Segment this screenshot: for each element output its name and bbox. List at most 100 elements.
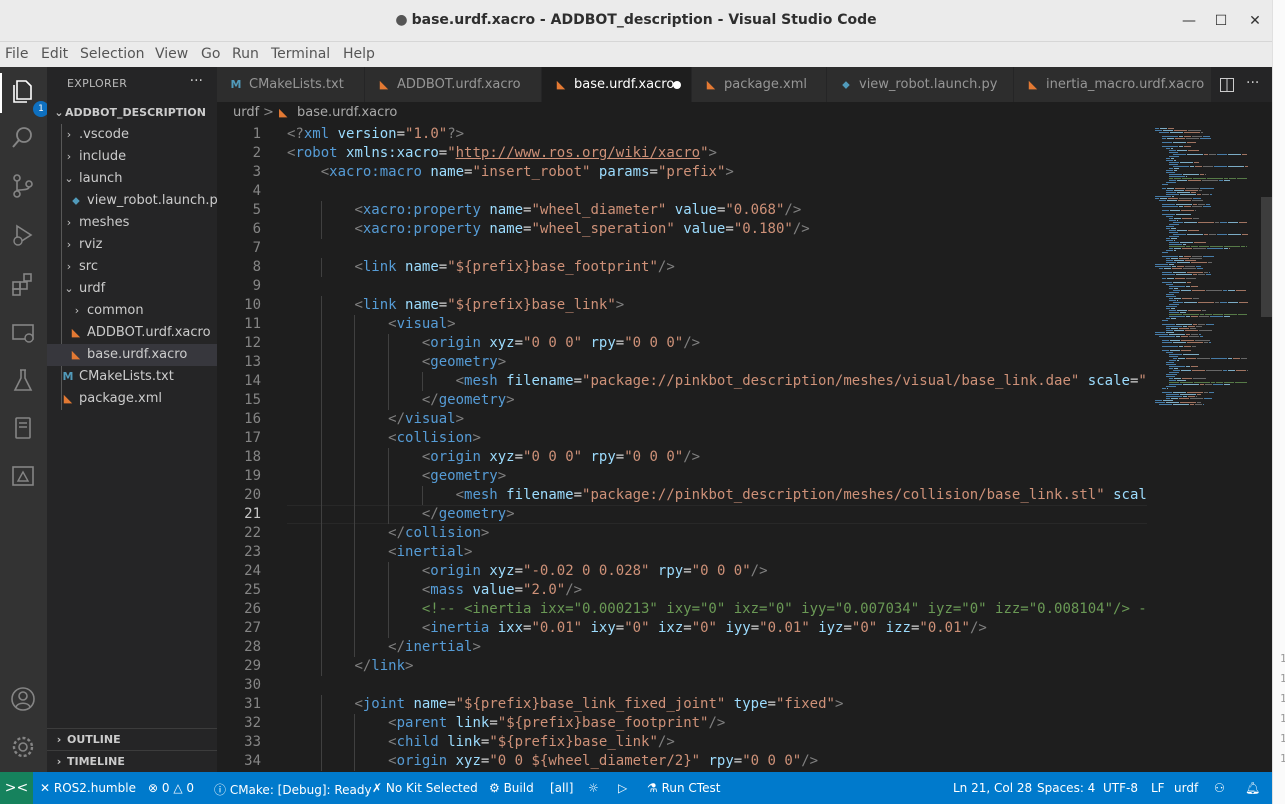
close-icon[interactable]: ✕	[1244, 10, 1266, 32]
tree-file-package-xml[interactable]: ◣ package.xml	[47, 388, 217, 410]
minimize-icon[interactable]: —	[1178, 10, 1200, 32]
tree-file-cmakelists[interactable]: M CMakeLists.txt	[47, 366, 217, 388]
code-line[interactable]: 22 </collision>	[217, 524, 1147, 543]
code-line[interactable]: 10 <link name="${prefix}base_link">	[217, 296, 1147, 315]
code-line[interactable]: 25 <mass value="2.0"/>	[217, 581, 1147, 600]
code-line[interactable]: 14 <mesh filename="package://pinkbot_des…	[217, 372, 1147, 391]
code-line[interactable]: 17 <collision>	[217, 429, 1147, 448]
menu-edit[interactable]: Edit	[41, 46, 68, 62]
maximize-icon[interactable]: ☐	[1210, 10, 1232, 32]
code-line[interactable]: 28 </inertial>	[217, 638, 1147, 657]
code-line[interactable]: 6 <xacro:property name="wheel_speration"…	[217, 220, 1147, 239]
tree-folder-rviz[interactable]: › rviz	[47, 234, 217, 256]
search-icon[interactable]	[9, 124, 37, 152]
tab-addbot-urdf[interactable]: ◣ ADDBOT.urdf.xacro	[365, 67, 542, 102]
tab-package-xml[interactable]: ◣ package.xml	[692, 67, 827, 102]
breadcrumb-folder[interactable]: urdf	[233, 102, 259, 124]
account-icon[interactable]	[9, 685, 37, 713]
tree-folder-include[interactable]: › include	[47, 146, 217, 168]
tab-cmakelists[interactable]: M CMakeLists.txt	[217, 67, 365, 102]
unsaved-dot-icon[interactable]	[673, 81, 681, 89]
tree-file-addbot-urdf[interactable]: ◣ ADDBOT.urdf.xacro	[47, 322, 217, 344]
code-line[interactable]: 20 <mesh filename="package://pinkbot_des…	[217, 486, 1147, 505]
code-line[interactable]: 21 </geometry>	[217, 505, 1147, 524]
tree-folder-vscode[interactable]: › .vscode	[47, 124, 217, 146]
code-line[interactable]: 1 <?xml version="1.0"?>	[217, 125, 1147, 144]
bell-icon[interactable]: 🔔︎	[1245, 781, 1260, 795]
code-line[interactable]: 3 <xacro:macro name="insert_robot" param…	[217, 163, 1147, 182]
launch-play-icon[interactable]: ▷	[618, 781, 627, 795]
code-line[interactable]: 26 <!-- <inertia ixx="0.000213" ixy="0" …	[217, 600, 1147, 619]
code-line[interactable]: 5 <xacro:property name="wheel_diameter" …	[217, 201, 1147, 220]
feedback-icon[interactable]: ⚇	[1214, 781, 1225, 795]
tab-view-robot-launch[interactable]: ⬥ view_robot.launch.py	[827, 67, 1014, 102]
kit-status[interactable]: ✗ No Kit Selected	[372, 781, 478, 795]
split-editor-icon[interactable]	[1220, 78, 1234, 92]
remote-explorer-icon[interactable]	[9, 319, 37, 347]
code-line[interactable]: 32 <parent link="${prefix}base_footprint…	[217, 714, 1147, 733]
code-line[interactable]: 34 <origin xyz="0 0 ${wheel_diameter/2}"…	[217, 752, 1147, 771]
tree-folder-src[interactable]: › src	[47, 256, 217, 278]
code-line[interactable]: 12 <origin xyz="0 0 0" rpy="0 0 0"/>	[217, 334, 1147, 353]
manage-gear-icon[interactable]	[9, 733, 37, 761]
more-actions-icon[interactable]: ···	[190, 73, 203, 89]
breadcrumb-file[interactable]: base.urdf.xacro	[297, 102, 397, 124]
code-line[interactable]: 15 </geometry>	[217, 391, 1147, 410]
source-control-icon[interactable]	[9, 172, 37, 200]
tab-inertia-macro[interactable]: ◣ inertia_macro.urdf.xacro	[1014, 67, 1212, 102]
code-line[interactable]: 18 <origin xyz="0 0 0" rpy="0 0 0"/>	[217, 448, 1147, 467]
tree-folder-common[interactable]: › common	[47, 300, 217, 322]
ros-icon[interactable]	[9, 414, 37, 442]
build-button[interactable]: ⚙ Build	[489, 781, 534, 795]
code-line[interactable]: 4	[217, 182, 1147, 201]
code-line[interactable]: 31 <joint name="${prefix}base_link_fixed…	[217, 695, 1147, 714]
extensions-icon[interactable]	[9, 270, 37, 298]
testing-icon[interactable]	[9, 366, 37, 394]
menu-terminal[interactable]: Terminal	[271, 46, 330, 62]
menu-go[interactable]: Go	[201, 46, 220, 62]
menu-selection[interactable]: Selection	[80, 46, 145, 62]
tree-folder-launch[interactable]: ⌄ launch	[47, 168, 217, 190]
code-line[interactable]: 23 <inertial>	[217, 543, 1147, 562]
remote-indicator[interactable]: ><	[0, 772, 33, 804]
code-line[interactable]: 19 <geometry>	[217, 467, 1147, 486]
tab-base-urdf[interactable]: ◣ base.urdf.xacro	[542, 67, 692, 102]
line-ending[interactable]: LF	[1151, 781, 1165, 795]
debug-icon[interactable]: ☼	[588, 781, 599, 795]
build-target[interactable]: [all]	[550, 781, 573, 795]
ros-status[interactable]: ✕ ROS2.humble	[40, 781, 136, 795]
editor-scrollbar[interactable]	[1261, 197, 1272, 317]
encoding[interactable]: UTF-8	[1103, 781, 1138, 795]
code-line[interactable]: 11 <visual>	[217, 315, 1147, 334]
code-editor[interactable]: 1 <?xml version="1.0"?> 2 <robot xmlns:xacr…	[217, 124, 1147, 772]
code-line[interactable]: 13 <geometry>	[217, 353, 1147, 372]
code-line[interactable]: 2 <robot xmlns:xacro="http://www.ros.org/…	[217, 144, 1147, 163]
language-mode[interactable]: urdf	[1174, 781, 1198, 795]
code-line[interactable]: 9	[217, 277, 1147, 296]
tree-file-view-robot-launch[interactable]: ⬥ view_robot.launch.py	[47, 190, 217, 212]
timeline-section[interactable]: › TIMELINE	[47, 750, 217, 772]
code-line[interactable]: 8 <link name="${prefix}base_footprint"/>	[217, 258, 1147, 277]
tree-file-base-urdf[interactable]: ◣ base.urdf.xacro	[47, 344, 217, 366]
cmake-status[interactable]: ⓘ CMake: [Debug]: Ready	[214, 781, 372, 798]
code-line[interactable]: 29 </link>	[217, 657, 1147, 676]
code-line[interactable]: 27 <inertia ixx="0.01" ixy="0" ixz="0" i…	[217, 619, 1147, 638]
problems-status[interactable]: ⊗ 0 △ 0	[148, 781, 194, 795]
more-actions-icon[interactable]: ···	[1246, 75, 1259, 91]
tree-folder-meshes[interactable]: › meshes	[47, 212, 217, 234]
minimap[interactable]	[1147, 124, 1272, 772]
code-line[interactable]: 24 <origin xyz="-0.02 0 0.028" rpy="0 0 …	[217, 562, 1147, 581]
menu-view[interactable]: View	[155, 46, 188, 62]
indentation[interactable]: Spaces: 4	[1037, 781, 1095, 795]
code-line[interactable]: 30	[217, 676, 1147, 695]
run-debug-icon[interactable]	[9, 221, 37, 249]
explorer-icon[interactable]: 1	[9, 77, 49, 117]
ctest-button[interactable]: ⚗ Run CTest	[647, 781, 720, 795]
code-line[interactable]: 7	[217, 239, 1147, 258]
code-line[interactable]: 16 </visual>	[217, 410, 1147, 429]
cursor-position[interactable]: Ln 21, Col 28	[953, 781, 1032, 795]
menu-run[interactable]: Run	[232, 46, 259, 62]
tree-folder-urdf[interactable]: ⌄ urdf	[47, 278, 217, 300]
menu-file[interactable]: File	[5, 46, 28, 62]
menu-help[interactable]: Help	[343, 46, 375, 62]
